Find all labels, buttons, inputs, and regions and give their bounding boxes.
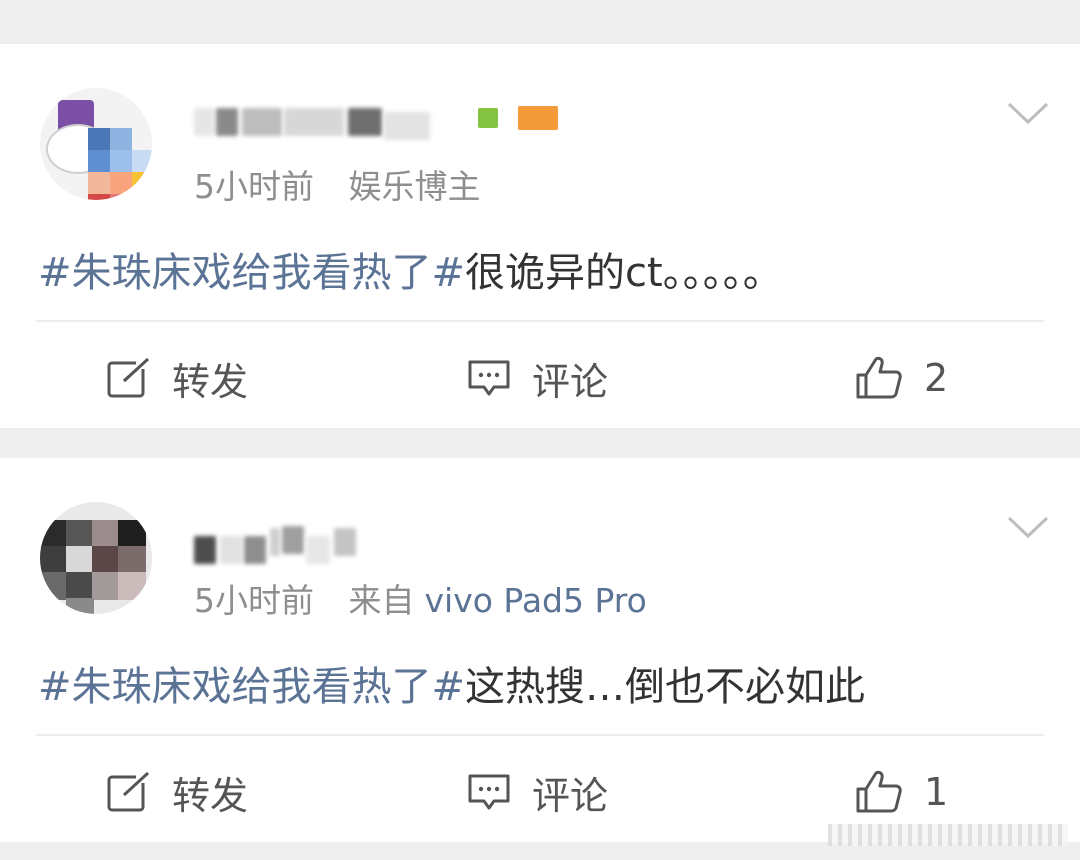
action-bar: 转发 评论 2 — [0, 344, 1080, 412]
repost-button[interactable]: 转发 — [106, 758, 248, 826]
comment-icon — [468, 360, 510, 396]
repost-label: 转发 — [172, 773, 249, 818]
avatar[interactable] — [40, 88, 152, 200]
comment-button[interactable]: 评论 — [466, 344, 608, 412]
device-link[interactable]: vivo Pad5 Pro — [425, 581, 647, 620]
comment-label: 评论 — [532, 359, 609, 404]
comment-icon — [468, 774, 510, 810]
topic-link[interactable]: #朱珠床戏给我看热了# — [38, 664, 465, 710]
post-text: 很诡异的ct。。。。。 — [465, 250, 783, 296]
member-badge — [478, 108, 498, 128]
like-count: 2 — [924, 356, 949, 400]
post-card: 5小时前 来自 vivo Pad5 Pro #朱珠床戏给我看热了#这热搜…倒也不必… — [0, 458, 1080, 842]
post-card: 5小时前 娱乐博主 #朱珠床戏给我看热了#很诡异的ct。。。。。 转发 评论 2 — [0, 44, 1080, 428]
avatar[interactable] — [40, 502, 152, 614]
repost-icon — [107, 771, 152, 812]
comment-label: 评论 — [532, 773, 609, 818]
divider — [36, 734, 1044, 736]
topic-link[interactable]: #朱珠床戏给我看热了# — [38, 250, 465, 296]
chevron-down-icon[interactable] — [1006, 514, 1050, 542]
username-redacted[interactable] — [194, 102, 558, 142]
like-icon — [856, 770, 902, 813]
repost-icon — [107, 357, 152, 398]
like-icon — [856, 356, 902, 399]
like-count: 1 — [924, 770, 949, 814]
divider — [36, 320, 1044, 322]
post-text: 这热搜…倒也不必如此 — [465, 664, 866, 710]
post-time: 5小时前 — [194, 581, 314, 620]
post-time: 5小时前 — [194, 167, 314, 206]
repost-label: 转发 — [172, 359, 249, 404]
post-content: #朱珠床戏给我看热了#这热搜…倒也不必如此 — [38, 654, 865, 712]
post-meta: 5小时前 娱乐博主 — [194, 160, 505, 208]
action-bar: 转发 评论 1 — [0, 758, 1080, 826]
chevron-down-icon[interactable] — [1006, 100, 1050, 128]
watermark — [828, 824, 1068, 846]
post-meta: 5小时前 来自 vivo Pad5 Pro — [194, 574, 671, 622]
repost-button[interactable]: 转发 — [106, 344, 248, 412]
username-redacted[interactable] — [194, 516, 434, 564]
author-role: 娱乐博主 — [348, 167, 481, 206]
like-button[interactable]: 2 — [854, 344, 948, 412]
like-button[interactable]: 1 — [854, 758, 948, 826]
source-prefix: 来自 — [348, 581, 415, 620]
post-content: #朱珠床戏给我看热了#很诡异的ct。。。。。 — [38, 240, 783, 298]
comment-button[interactable]: 评论 — [466, 758, 608, 826]
level-badge — [518, 106, 558, 130]
